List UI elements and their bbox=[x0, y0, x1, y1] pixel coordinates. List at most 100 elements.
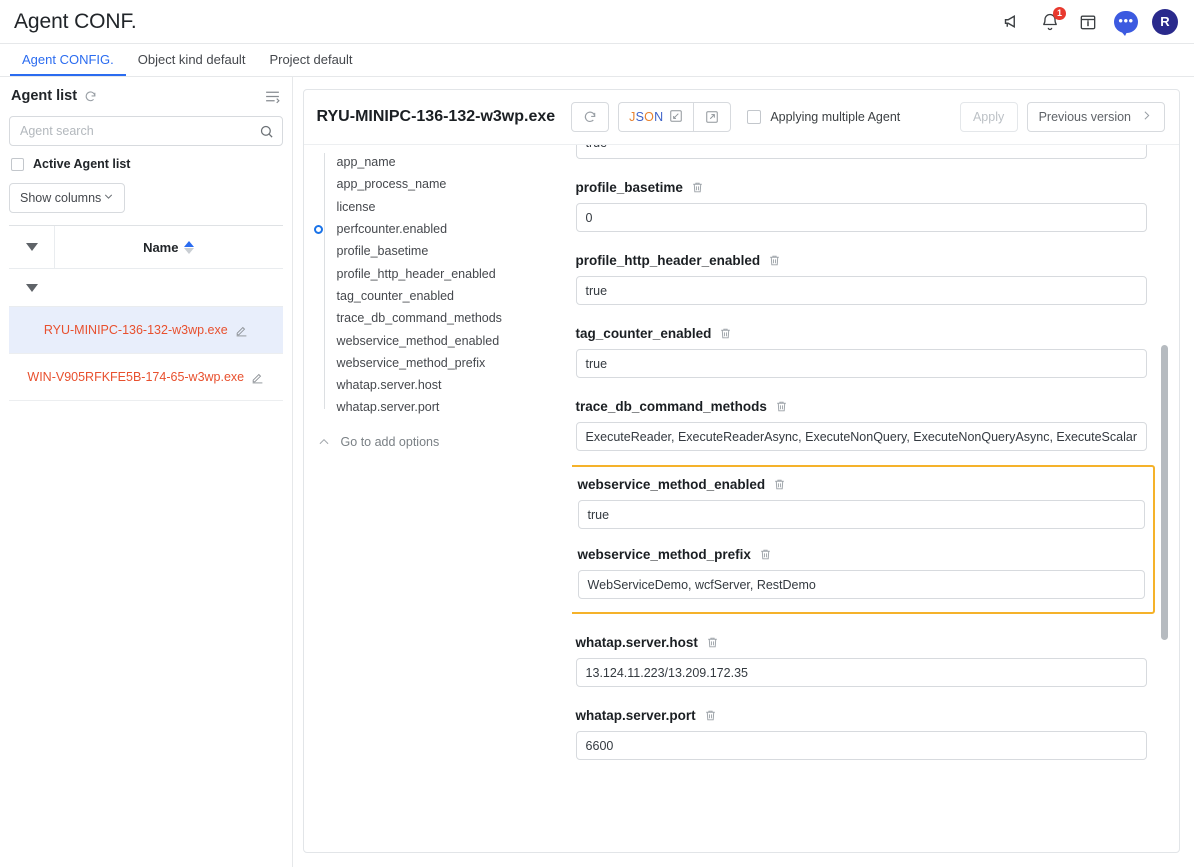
field-profile-basetime: profile_basetime 0 bbox=[575, 180, 1147, 232]
field-label: webservice_method_prefix bbox=[577, 547, 751, 562]
search-box[interactable] bbox=[9, 116, 283, 146]
show-columns-dropdown[interactable]: Show columns bbox=[9, 183, 125, 213]
field-label: webservice_method_enabled bbox=[577, 477, 766, 492]
agent-list-item-1[interactable]: WIN-V905RFKFE5B-174-65-w3wp.exe bbox=[9, 354, 283, 401]
field-label: profile_basetime bbox=[575, 180, 683, 195]
applying-multiple-agent-row[interactable]: Applying multiple Agent bbox=[747, 110, 900, 124]
chat-dots: ••• bbox=[1118, 13, 1134, 28]
apply-button[interactable]: Apply bbox=[959, 102, 1018, 132]
trash-icon[interactable] bbox=[775, 400, 788, 413]
chevron-up-icon bbox=[317, 435, 331, 449]
partial-field-input-top[interactable]: true bbox=[575, 145, 1147, 159]
trash-icon[interactable] bbox=[759, 548, 772, 561]
sort-icon[interactable] bbox=[184, 240, 195, 254]
agent-name-label: WIN-V905RFKFE5B-174-65-w3wp.exe bbox=[27, 370, 245, 384]
field-spacer bbox=[576, 159, 1147, 180]
trash-icon[interactable] bbox=[691, 181, 704, 194]
filter-row-toggle[interactable] bbox=[9, 283, 55, 292]
refresh-button[interactable] bbox=[571, 102, 610, 132]
tree-item-label: trace_db_command_methods bbox=[336, 311, 502, 326]
vertical-scrollbar[interactable] bbox=[1161, 345, 1168, 640]
field-label-row: tag_counter_enabled bbox=[576, 326, 1147, 341]
columns-toggle-icon[interactable] bbox=[264, 88, 281, 105]
tree-item-label: webservice_method_prefix bbox=[336, 355, 486, 370]
agent-name-label: RYU-MINIPC-136-132-w3wp.exe bbox=[43, 323, 228, 337]
tree-item-webservice-method-enabled[interactable]: webservice_method_enabled bbox=[304, 329, 572, 351]
go-to-add-options-link[interactable]: Go to add options bbox=[304, 435, 572, 449]
field-spacer bbox=[576, 305, 1147, 326]
applying-multiple-agent-checkbox[interactable] bbox=[747, 110, 762, 124]
field-input[interactable]: true bbox=[577, 500, 1145, 529]
field-input[interactable]: true bbox=[575, 349, 1147, 378]
tree-item-whatap-server-host[interactable]: whatap.server.host bbox=[304, 374, 572, 396]
active-agent-list-row[interactable]: Active Agent list bbox=[9, 157, 283, 171]
chevron-down-icon bbox=[102, 190, 115, 206]
field-label-row: whatap.server.host bbox=[576, 635, 1147, 650]
calendar-info-icon[interactable] bbox=[1076, 10, 1100, 34]
field-input[interactable]: true bbox=[575, 276, 1147, 305]
selected-marker-icon bbox=[313, 224, 323, 234]
edit-pencil-icon[interactable] bbox=[251, 371, 264, 384]
tree-item-profile-http-header-enabled[interactable]: profile_http_header_enabled bbox=[304, 262, 572, 284]
tree-item-profile-basetime[interactable]: profile_basetime bbox=[304, 240, 572, 262]
tree-item-trace-db-command-methods[interactable]: trace_db_command_methods bbox=[304, 307, 572, 329]
page-title: Agent CONF. bbox=[14, 9, 137, 33]
field-label: profile_http_header_enabled bbox=[575, 253, 761, 268]
field-input[interactable]: ExecuteReader, ExecuteReaderAsync, Execu… bbox=[575, 422, 1147, 451]
tree-item-webservice-method-prefix[interactable]: webservice_method_prefix bbox=[304, 352, 572, 374]
trash-icon[interactable] bbox=[773, 478, 786, 491]
trash-icon[interactable] bbox=[719, 327, 732, 340]
tree-item-whatap-server-port[interactable]: whatap.server.port bbox=[304, 396, 572, 418]
previous-version-button[interactable]: Previous version bbox=[1026, 102, 1165, 132]
search-icon[interactable] bbox=[259, 124, 274, 139]
tab-agent-config[interactable]: Agent CONFIG. bbox=[10, 44, 126, 76]
json-button-label: JSON bbox=[629, 110, 664, 124]
tree-item-license[interactable]: license bbox=[304, 196, 572, 218]
field-label-row: webservice_method_prefix bbox=[578, 547, 1145, 562]
active-agent-list-label: Active Agent list bbox=[33, 157, 131, 171]
field-spacer bbox=[576, 687, 1147, 708]
config-card: RYU-MINIPC-136-132-w3wp.exe JSON Applyin… bbox=[302, 89, 1180, 853]
column-header-name[interactable]: Name bbox=[55, 240, 283, 255]
field-label: trace_db_command_methods bbox=[575, 399, 767, 414]
agent-table-header: Name bbox=[9, 225, 283, 269]
tree-item-label: profile_basetime bbox=[336, 244, 429, 259]
sort-ascending-icon bbox=[184, 240, 195, 247]
column-header-name-label: Name bbox=[143, 239, 179, 255]
field-webservice-method-prefix: webservice_method_prefix WebServiceDemo,… bbox=[577, 547, 1145, 599]
search-input[interactable] bbox=[20, 124, 259, 138]
trash-icon[interactable] bbox=[704, 709, 717, 722]
json-edit-button[interactable]: JSON bbox=[618, 102, 694, 132]
field-input[interactable]: WebServiceDemo, wcfServer, RestDemo bbox=[577, 570, 1145, 599]
tree-item-tag-counter-enabled[interactable]: tag_counter_enabled bbox=[304, 285, 572, 307]
field-label-row: trace_db_command_methods bbox=[576, 399, 1147, 414]
field-input[interactable]: 6600 bbox=[575, 731, 1147, 760]
megaphone-icon[interactable] bbox=[1000, 10, 1024, 34]
highlighted-field-group: webservice_method_enabled true webservic… bbox=[571, 465, 1155, 614]
config-card-body: app_name app_process_name license perfco… bbox=[304, 145, 1179, 852]
tree-item-label: perfcounter.enabled bbox=[336, 222, 448, 237]
field-input[interactable]: 13.124.11.223/13.209.172.35 bbox=[575, 658, 1147, 687]
caret-down-icon bbox=[25, 243, 38, 251]
trash-icon[interactable] bbox=[706, 636, 719, 649]
config-fields-column: true profile_basetime 0 bbox=[571, 145, 1179, 852]
edit-pencil-icon[interactable] bbox=[235, 324, 248, 337]
tree-item-app-process-name[interactable]: app_process_name bbox=[304, 173, 572, 195]
chat-icon[interactable]: ••• bbox=[1114, 10, 1138, 36]
agent-list-item-0[interactable]: RYU-MINIPC-136-132-w3wp.exe bbox=[9, 307, 283, 354]
tab-object-kind-default[interactable]: Object kind default bbox=[126, 44, 258, 76]
tree-item-app-name[interactable]: app_name bbox=[304, 151, 572, 173]
tree-item-perfcounter-enabled[interactable]: perfcounter.enabled bbox=[304, 218, 572, 240]
column-filter-toggle[interactable] bbox=[9, 226, 55, 268]
open-external-button[interactable] bbox=[693, 102, 732, 132]
field-input[interactable]: 0 bbox=[575, 203, 1147, 232]
bell-icon[interactable]: 1 bbox=[1038, 6, 1066, 34]
trash-icon[interactable] bbox=[768, 254, 781, 267]
tab-project-default[interactable]: Project default bbox=[257, 44, 364, 76]
field-profile-http-header-enabled: profile_http_header_enabled true bbox=[575, 253, 1147, 305]
config-card-header: RYU-MINIPC-136-132-w3wp.exe JSON Applyin… bbox=[303, 90, 1179, 145]
avatar[interactable]: R bbox=[1152, 8, 1178, 35]
active-agent-list-checkbox[interactable] bbox=[11, 157, 24, 171]
tree-item-label: profile_http_header_enabled bbox=[336, 266, 496, 281]
refresh-icon[interactable] bbox=[84, 90, 97, 103]
